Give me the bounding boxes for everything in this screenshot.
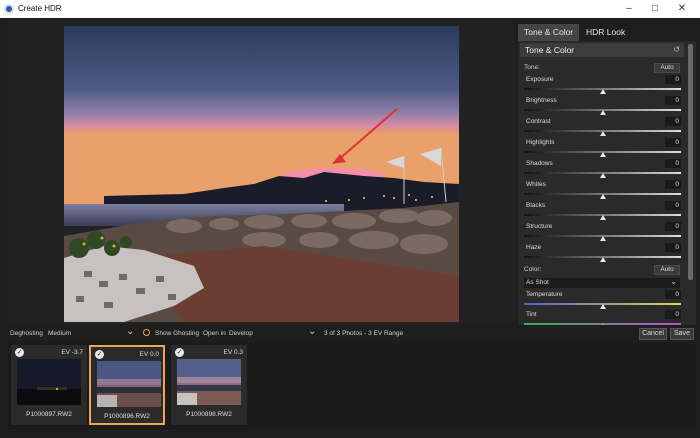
tone-color-panel: Tone & Color ↺ Tone: Auto Exposure 0 Brigh… [518, 41, 696, 325]
deghosting-select[interactable]: Medium [48, 330, 71, 337]
hdr-preview-image[interactable] [64, 26, 459, 322]
slider-highlights[interactable]: Highlights 0 [524, 138, 681, 159]
thumbnail-filename: P1000896.RW2 [104, 413, 150, 420]
slider-label: Haze [526, 244, 542, 251]
chevron-down-icon[interactable]: ⌄ [308, 326, 316, 337]
reset-icon[interactable]: ↺ [673, 45, 680, 54]
slider-exposure[interactable]: Exposure 0 [524, 75, 681, 96]
slider-value-field[interactable]: 0 [665, 310, 681, 319]
panel-scrollbar[interactable] [688, 44, 693, 280]
thumbnail-filename: P1000897.RW2 [26, 411, 72, 418]
app-icon [4, 4, 14, 14]
slider-thumb[interactable] [599, 324, 606, 325]
slider-thumb[interactable] [599, 110, 606, 115]
slider-thumb[interactable] [599, 257, 606, 262]
checkmark-icon[interactable]: ✓ [175, 348, 184, 357]
title-bar: Create HDR – □ ✕ [0, 0, 700, 18]
slider-blacks[interactable]: Blacks 0 [524, 201, 681, 222]
slider-thumb[interactable] [599, 236, 606, 241]
checkmark-icon[interactable]: ✓ [95, 350, 104, 359]
chevron-down-icon: ⌄ [670, 277, 677, 286]
panel-tabs: Tone & Color HDR Look [518, 24, 696, 41]
slider-value-field[interactable]: 0 [665, 290, 681, 299]
slider-brightness[interactable]: Brightness 0 [524, 96, 681, 117]
thumbnail-image [17, 359, 81, 405]
filmstrip: ✓ EV -3.7 P1000897.RW2 ✓ EV 0.0 P1000896… [8, 343, 696, 429]
tab-tone-color[interactable]: Tone & Color [518, 24, 580, 41]
slider-temperature[interactable]: Temperature 0 [524, 290, 681, 311]
slider-value-field[interactable]: 0 [665, 222, 681, 231]
slider-label: Highlights [526, 139, 555, 146]
filmstrip-thumbnail[interactable]: ✓ EV 0.3 P1000898.RW2 [171, 345, 247, 425]
ev-value: EV -3.7 [61, 349, 83, 356]
color-label: Color: [524, 266, 542, 273]
show-ghosting-label: Show Ghosting [155, 330, 200, 337]
close-icon[interactable]: ✕ [673, 2, 691, 16]
slider-thumb[interactable] [599, 89, 606, 94]
slider-shadows[interactable]: Shadows 0 [524, 159, 681, 180]
tone-label: Tone: [524, 64, 540, 71]
tone-auto-button[interactable]: Auto [654, 63, 680, 73]
color-auto-button[interactable]: Auto [654, 265, 680, 275]
slider-value-field[interactable]: 0 [665, 138, 681, 147]
photos-summary: 3 of 3 Photos - 3 EV Range [324, 330, 404, 337]
thumbnail-filename: P1000898.RW2 [186, 411, 232, 418]
slider-label: Temperature [526, 291, 563, 298]
slider-label: Tint [526, 311, 537, 318]
slider-value-field[interactable]: 0 [665, 243, 681, 252]
slider-whites[interactable]: Whites 0 [524, 180, 681, 201]
slider-label: Contrast [526, 118, 551, 125]
thumbnail-image [97, 361, 161, 407]
slider-value-field[interactable]: 0 [665, 117, 681, 126]
panel-section-header[interactable]: Tone & Color ↺ [520, 43, 684, 57]
white-balance-select[interactable]: As Shot ⌄ [524, 277, 680, 288]
slider-value-field[interactable]: 0 [665, 180, 681, 189]
open-in-label: Open in [203, 330, 226, 337]
slider-value-field[interactable]: 0 [665, 75, 681, 84]
slider-label: Brightness [526, 97, 557, 104]
slider-value-field[interactable]: 0 [665, 96, 681, 105]
slider-value-field[interactable]: 0 [665, 159, 681, 168]
slider-thumb[interactable] [599, 304, 606, 309]
slider-value-field[interactable]: 0 [665, 201, 681, 210]
filmstrip-thumbnail[interactable]: ✓ EV 0.0 P1000896.RW2 [89, 345, 165, 425]
ev-value: EV 0.0 [139, 351, 159, 358]
slider-thumb[interactable] [599, 194, 606, 199]
checkmark-icon[interactable]: ✓ [15, 348, 24, 357]
slider-haze[interactable]: Haze 0 [524, 243, 681, 264]
window-title: Create HDR [18, 4, 62, 13]
slider-thumb[interactable] [599, 131, 606, 136]
slider-label: Structure [526, 223, 553, 230]
section-title: Tone & Color [525, 45, 575, 55]
slider-label: Exposure [526, 76, 554, 83]
save-button[interactable]: Save [670, 328, 694, 340]
slider-label: Blacks [526, 202, 546, 209]
cancel-button[interactable]: Cancel [639, 328, 667, 340]
slider-tint[interactable]: Tint 0 [524, 310, 681, 325]
slider-thumb[interactable] [599, 173, 606, 178]
slider-label: Shadows [526, 160, 553, 167]
tab-hdr-look[interactable]: HDR Look [580, 24, 631, 41]
filmstrip-thumbnail[interactable]: ✓ EV -3.7 P1000897.RW2 [11, 345, 87, 425]
minimize-icon[interactable]: – [620, 2, 638, 16]
deghosting-label: Deghosting [10, 330, 43, 337]
slider-thumb[interactable] [599, 215, 606, 220]
thumbnail-image [177, 359, 241, 405]
chevron-down-icon[interactable]: ⌄ [126, 326, 134, 337]
hdr-toolbar: Deghosting Medium ⌄ Show Ghosting Open i… [8, 326, 696, 342]
slider-contrast[interactable]: Contrast 0 [524, 117, 681, 138]
slider-label: Whites [526, 181, 546, 188]
open-in-select[interactable]: Develop [229, 330, 253, 337]
slider-thumb[interactable] [599, 152, 606, 157]
maximize-icon[interactable]: □ [646, 2, 664, 16]
ev-value: EV 0.3 [223, 349, 243, 356]
show-ghosting-checkbox[interactable] [143, 329, 150, 336]
slider-structure[interactable]: Structure 0 [524, 222, 681, 243]
white-balance-value: As Shot [526, 279, 549, 286]
